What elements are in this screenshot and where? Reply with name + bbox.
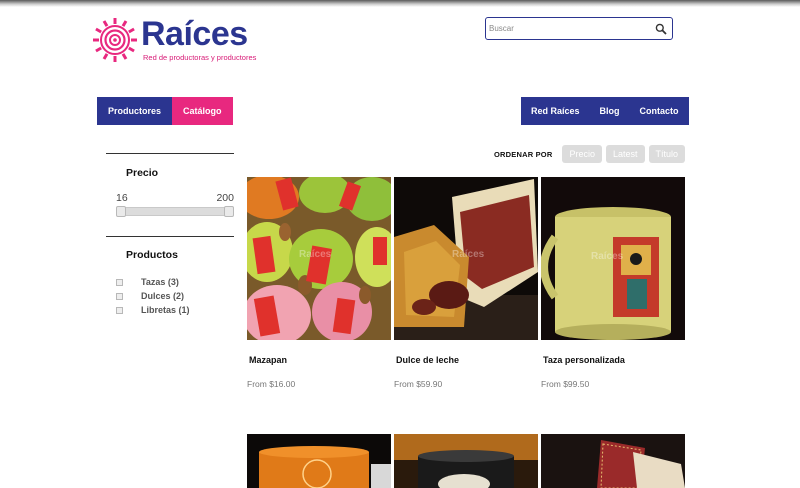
sort-label: ORDENAR POR — [494, 149, 553, 159]
search-input[interactable] — [486, 18, 646, 39]
nav-blog[interactable]: Blog — [589, 97, 630, 125]
price-filter-title: Precio — [126, 167, 159, 179]
sun-logo-icon — [93, 18, 137, 62]
watermark: Raíces — [452, 249, 485, 260]
product-image-mazapan[interactable]: Raíces — [247, 177, 391, 340]
product-name[interactable]: Mazapan — [249, 355, 287, 365]
product-name[interactable]: Dulce de leche — [396, 355, 459, 365]
divider — [106, 236, 234, 237]
top-shadow — [0, 0, 800, 7]
price-slider-max-handle[interactable] — [224, 206, 234, 217]
brand-tagline: Red de productoras y productores — [143, 53, 257, 62]
sort-title-button[interactable]: Título — [648, 145, 686, 163]
product-name[interactable]: Taza personalizada — [543, 355, 625, 365]
product-price: From $16.00 — [247, 379, 296, 389]
brand-name: Raíces — [141, 15, 248, 53]
search-icon[interactable] — [655, 23, 667, 35]
sort-bar: ORDENAR POR Precio Latest Título — [494, 145, 686, 163]
logo[interactable]: Raíces Red de productoras y productores — [93, 15, 263, 65]
category-dulces[interactable]: Dulces (2) — [116, 289, 190, 303]
category-label: Libretas (1) — [141, 305, 190, 315]
nav-catalogo[interactable]: Catálogo — [172, 97, 233, 125]
price-slider-min-handle[interactable] — [116, 206, 126, 217]
nav-red-raices[interactable]: Red Raíces — [521, 97, 590, 125]
nav-productores[interactable]: Productores — [97, 97, 173, 125]
divider — [106, 153, 234, 154]
products-filter-title: Productos — [126, 249, 178, 261]
watermark: Raíces — [299, 249, 332, 260]
main-nav-left: Productores Catálogo — [97, 97, 233, 125]
category-label: Dulces (2) — [141, 291, 185, 301]
sort-latest-button[interactable]: Latest — [605, 145, 645, 163]
price-slider-track[interactable] — [116, 207, 234, 216]
product-image-dulce-de-leche[interactable]: Raíces — [394, 177, 538, 340]
checkbox[interactable] — [116, 306, 123, 314]
product-image-taza-personalizada[interactable]: Raíces — [541, 177, 685, 340]
product-price: From $99.50 — [541, 379, 590, 389]
checkbox[interactable] — [116, 278, 123, 286]
sort-price-button[interactable]: Precio — [562, 145, 602, 163]
watermark: Raíces — [591, 251, 624, 262]
category-libretas[interactable]: Libretas (1) — [116, 303, 190, 317]
nav-contacto[interactable]: Contacto — [629, 97, 689, 125]
search-box — [485, 17, 673, 40]
price-min-value: 16 — [116, 192, 128, 204]
product-image[interactable] — [247, 434, 391, 488]
price-max-value: 200 — [216, 192, 234, 204]
main-nav-right: Red Raíces Blog Contacto — [521, 97, 689, 125]
category-tazas[interactable]: Tazas (3) — [116, 275, 190, 289]
product-price: From $59.90 — [394, 379, 443, 389]
category-label: Tazas (3) — [141, 277, 179, 287]
category-list: Tazas (3) Dulces (2) Libretas (1) — [116, 275, 190, 317]
filter-sidebar: Precio 16 200 Productos Tazas (3) Dulces… — [106, 153, 234, 315]
product-image[interactable] — [541, 434, 685, 488]
checkbox[interactable] — [116, 292, 123, 300]
product-image[interactable] — [394, 434, 538, 488]
